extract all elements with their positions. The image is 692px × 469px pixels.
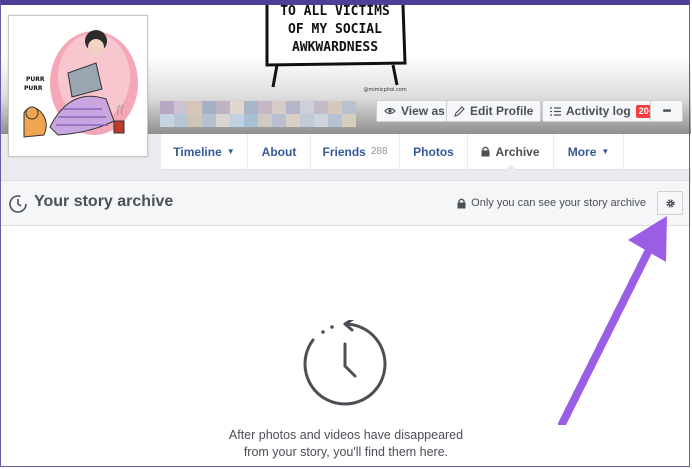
activity-log-label: Activity log (566, 104, 631, 118)
friends-count: 288 (370, 146, 388, 157)
story-archive-header: Your story archive Only you can see your… (1, 180, 691, 226)
edit-profile-button[interactable]: Edit Profile (446, 100, 542, 122)
empty-state-line-2: from your story, you'll find them here. (243, 445, 449, 459)
tab-archive-label: Archive (495, 144, 540, 159)
empty-state-message: After photos and videos have disappeared… (196, 427, 496, 461)
cover-illustration: TO ALL VICTIMS OF MY SOCIAL AWKWARDNESS … (265, 5, 407, 93)
tab-more[interactable]: More ▼ (554, 134, 624, 169)
profile-picture[interactable]: PURR PURR (8, 15, 148, 157)
tab-more-label: More (567, 144, 597, 159)
profile-name-redacted (160, 101, 360, 127)
profile-tabs: Timeline ▼ About Friends 288 Photos Arch… (161, 134, 691, 170)
eye-icon (384, 107, 396, 115)
view-as-button[interactable]: View as (376, 100, 453, 122)
chevron-down-icon: ▼ (226, 147, 235, 156)
empty-state-line-1: After photos and videos have disappeared (228, 428, 464, 442)
gear-icon (665, 198, 675, 208)
cover-art-line-3: AWKWARDNESS (292, 40, 378, 55)
view-as-label: View as (401, 104, 445, 118)
pencil-icon (454, 105, 465, 117)
tab-photos-label: Photos (413, 144, 454, 159)
cover-art-signature: @mimicphol.com (363, 87, 406, 93)
tab-timeline-label: Timeline (173, 144, 222, 159)
tab-about[interactable]: About (248, 134, 311, 169)
avatar-caption-2: PURR (24, 85, 43, 92)
archive-settings-button[interactable] (657, 191, 683, 215)
tab-friends[interactable]: Friends 288 (311, 134, 400, 169)
chevron-down-icon: ▼ (601, 147, 610, 156)
cover-art-line-2: OF MY SOCIAL (288, 22, 382, 37)
page-title: Your story archive (34, 193, 174, 210)
edit-profile-label: Edit Profile (470, 104, 534, 118)
more-options-button[interactable]: ••• (650, 100, 683, 122)
cover-art-line-1: TO ALL VICTIMS (280, 5, 390, 19)
avatar-caption-1: PURR (26, 76, 45, 83)
profile-illustration: PURR PURR (23, 30, 138, 138)
section-gap (1, 170, 691, 180)
tab-timeline[interactable]: Timeline ▼ (161, 134, 248, 169)
lock-icon (457, 198, 466, 208)
list-icon (550, 106, 561, 116)
privacy-note: Only you can see your story archive (457, 197, 646, 209)
activity-log-button[interactable]: Activity log 20+ (542, 100, 665, 122)
tab-friends-label: Friends (322, 144, 366, 159)
tab-about-label: About (261, 144, 297, 159)
clock-history-icon (9, 195, 27, 213)
story-archive-empty-state: After photos and videos have disappeared… (1, 226, 691, 467)
more-options-label: ••• (662, 105, 671, 117)
privacy-note-text: Only you can see your story archive (471, 197, 646, 209)
tab-photos[interactable]: Photos (400, 134, 468, 169)
lock-icon (481, 146, 490, 157)
clock-history-icon (303, 320, 387, 406)
tab-archive[interactable]: Archive (468, 134, 554, 170)
